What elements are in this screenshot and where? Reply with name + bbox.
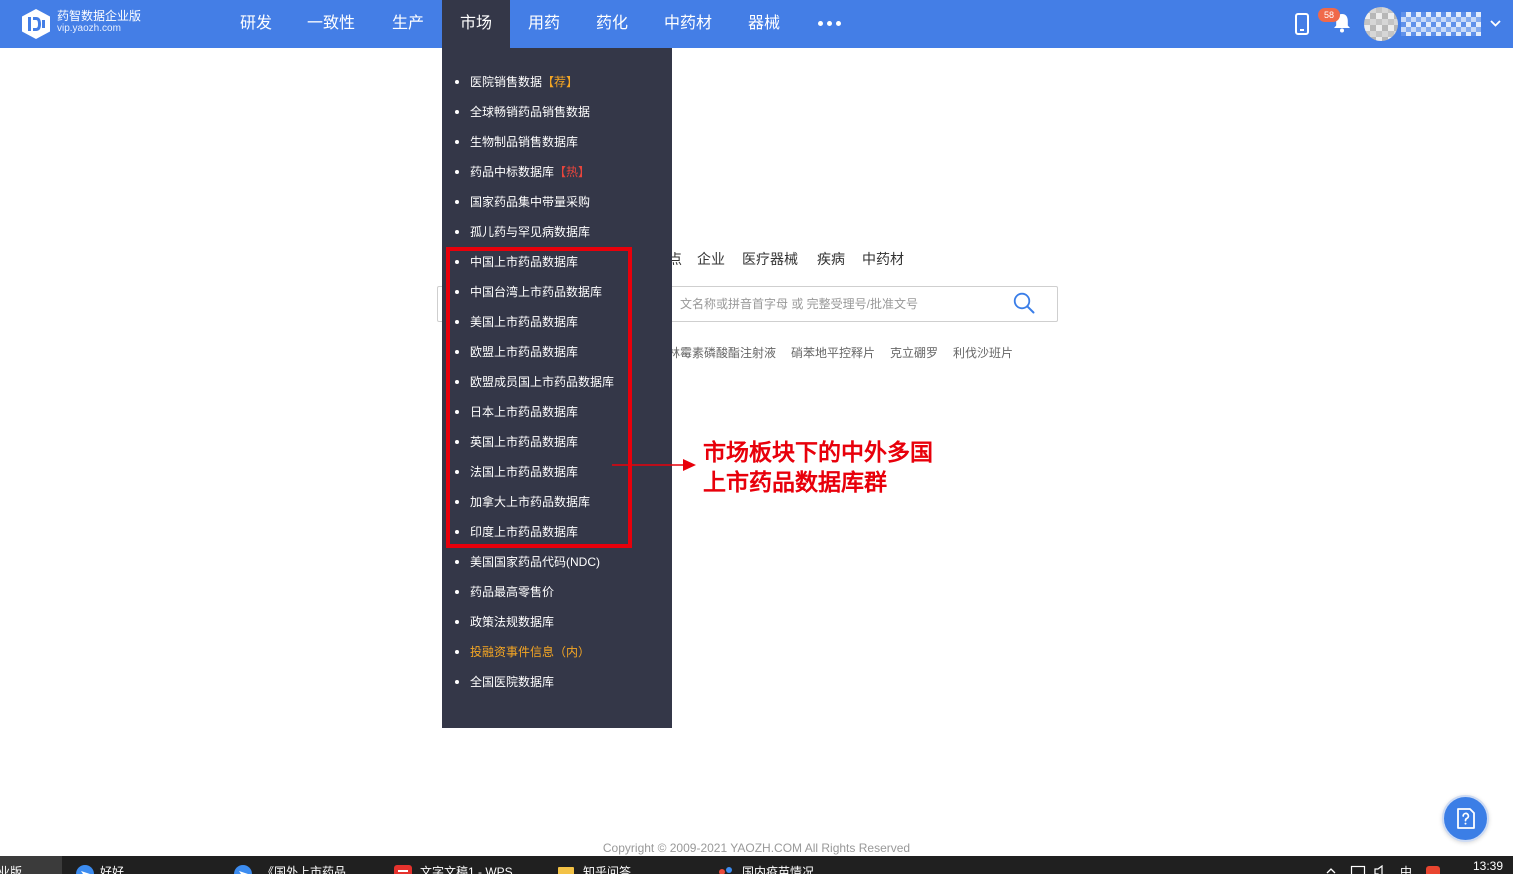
network-icon[interactable] <box>1350 865 1366 874</box>
hot-tag: 【热】 <box>554 165 591 179</box>
suggestion-link[interactable]: 克立硼罗 <box>890 346 938 360</box>
menu-item-label: 药品最高零售价 <box>470 585 555 599</box>
nav-item-devices[interactable]: 器械 <box>748 0 780 48</box>
menu-item-label: 美国国家药品代码(NDC) <box>470 555 600 569</box>
annotation-highlight-box <box>446 247 632 548</box>
taskbar-item-label[interactable]: 好好 <box>100 865 124 874</box>
yaozh-logo-icon[interactable] <box>20 8 52 40</box>
recommend-tag: 【荐】 <box>542 75 579 89</box>
suggestion-link[interactable]: 林霉素磷酸酯注射液 <box>668 346 776 360</box>
avatar[interactable] <box>1364 7 1398 41</box>
menu-item-us-ndc[interactable]: 美国国家药品代码(NDC) <box>442 547 672 577</box>
username-blurred[interactable] <box>1401 12 1481 36</box>
nav-item-market[interactable]: 市场 <box>442 0 510 48</box>
logo-title: 药智数据企业版 <box>57 9 142 23</box>
menu-item-global-bestselling-drug-sales[interactable]: 全球畅销药品销售数据 <box>442 97 672 127</box>
input-method-indicator[interactable]: 中 <box>1400 865 1412 874</box>
menu-item-national-volume-procurement[interactable]: 国家药品集中带量采购 <box>442 187 672 217</box>
menu-item-drug-bidding-db[interactable]: 药品中标数据库【热】 <box>442 157 672 187</box>
chevron-down-icon[interactable] <box>1490 20 1501 27</box>
taskbar-item-label[interactable]: 文字文稿1 - WPS <box>420 865 513 874</box>
search-tab-tcm-materials[interactable]: 中药材 <box>862 251 904 267</box>
os-taskbar: 业版 好好 《国外上市药品 文字文稿1 - WPS 知乎问答 国内疫苗情况 中 … <box>0 856 1513 874</box>
suggestion-link[interactable]: 硝苯地平控释片 <box>791 346 875 360</box>
menu-item-orphan-drug-rare-disease-db[interactable]: 孤儿药与罕见病数据库 <box>442 217 672 247</box>
menu-item-label: 政策法规数据库 <box>470 615 555 629</box>
menu-item-label: 全国医院数据库 <box>470 675 555 689</box>
footer-copyright: Copyright © 2009-2021 YAOZH.COM All Righ… <box>602 841 911 855</box>
search-tab-medical-devices[interactable]: 医疗器械 <box>742 251 798 267</box>
taskbar-clock: 13:39 <box>1473 859 1504 873</box>
nav-item-tcm-materials[interactable]: 中药材 <box>664 0 712 48</box>
wps-icon[interactable] <box>393 864 413 874</box>
dot <box>836 21 841 26</box>
menu-item-label: 国家药品集中带量采购 <box>470 195 591 209</box>
nav-item-chemistry[interactable]: 药化 <box>596 0 628 48</box>
suggestion-link[interactable]: 利伐沙班片 <box>953 346 1013 360</box>
search-tab-company[interactable]: 企业 <box>697 251 725 267</box>
app-icon[interactable] <box>75 864 95 874</box>
annotation-text: 市场板块下的中外多国 上市药品数据库群 <box>703 438 933 498</box>
search-icon[interactable] <box>1013 292 1035 314</box>
nav-item-medication[interactable]: 用药 <box>528 0 560 48</box>
nav-item-production[interactable]: 生产 <box>392 0 424 48</box>
menu-item-policy-regulation-db[interactable]: 政策法规数据库 <box>442 607 672 637</box>
menu-item-label: 医院销售数据 <box>470 75 543 89</box>
nav-item-rnd[interactable]: 研发 <box>240 0 272 48</box>
arrow-right-icon <box>612 459 696 471</box>
taskbar-item-label[interactable]: 《国外上市药品 <box>262 865 346 874</box>
notification-badge[interactable]: 58 <box>1318 8 1340 22</box>
taskbar-item-label[interactable]: 业版 <box>0 865 22 874</box>
menu-item-label: 药品中标数据库 <box>470 165 555 179</box>
dot <box>827 21 832 26</box>
sogou-input-icon[interactable] <box>1425 865 1441 874</box>
annotation-line: 市场板块下的中外多国 <box>703 440 933 465</box>
folder-icon[interactable] <box>556 864 576 874</box>
menu-item-hospital-sales-data[interactable]: 医院销售数据【荐】 <box>442 67 672 97</box>
volume-icon[interactable] <box>1374 865 1388 874</box>
menu-item-max-retail-price[interactable]: 药品最高零售价 <box>442 577 672 607</box>
menu-item-biologics-sales-db[interactable]: 生物制品销售数据库 <box>442 127 672 157</box>
menu-item-label: 生物制品销售数据库 <box>470 135 579 149</box>
menu-item-label: 投融资事件信息（内） <box>470 645 591 659</box>
nav-item-consistency[interactable]: 一致性 <box>307 0 355 48</box>
help-feedback-button[interactable] <box>1442 795 1489 842</box>
menu-item-national-hospital-db[interactable]: 全国医院数据库 <box>442 667 672 697</box>
menu-item-investment-financing-events[interactable]: 投融资事件信息（内） <box>442 637 672 667</box>
taskbar-item-label[interactable]: 国内疫苗情况 <box>742 865 814 874</box>
help-feedback-icon <box>1457 808 1475 829</box>
app-icon[interactable] <box>716 864 736 874</box>
logo-domain: vip.yaozh.com <box>57 23 121 34</box>
annotation-line: 上市药品数据库群 <box>703 470 887 495</box>
top-navigation-bar: 药智数据企业版 vip.yaozh.com 研发 一致性 生产 市场 用药 药化… <box>0 0 1513 48</box>
more-dots-icon[interactable] <box>818 21 841 27</box>
dot <box>818 21 823 26</box>
menu-item-label: 孤儿药与罕见病数据库 <box>470 225 591 239</box>
menu-item-label: 全球畅销药品销售数据 <box>470 105 591 119</box>
chevron-up-icon[interactable] <box>1325 865 1337 874</box>
mobile-phone-icon[interactable] <box>1295 13 1309 35</box>
search-tab-disease[interactable]: 疾病 <box>817 251 845 267</box>
app-icon[interactable] <box>233 864 253 874</box>
taskbar-item-label[interactable]: 知乎问答 <box>583 865 631 874</box>
